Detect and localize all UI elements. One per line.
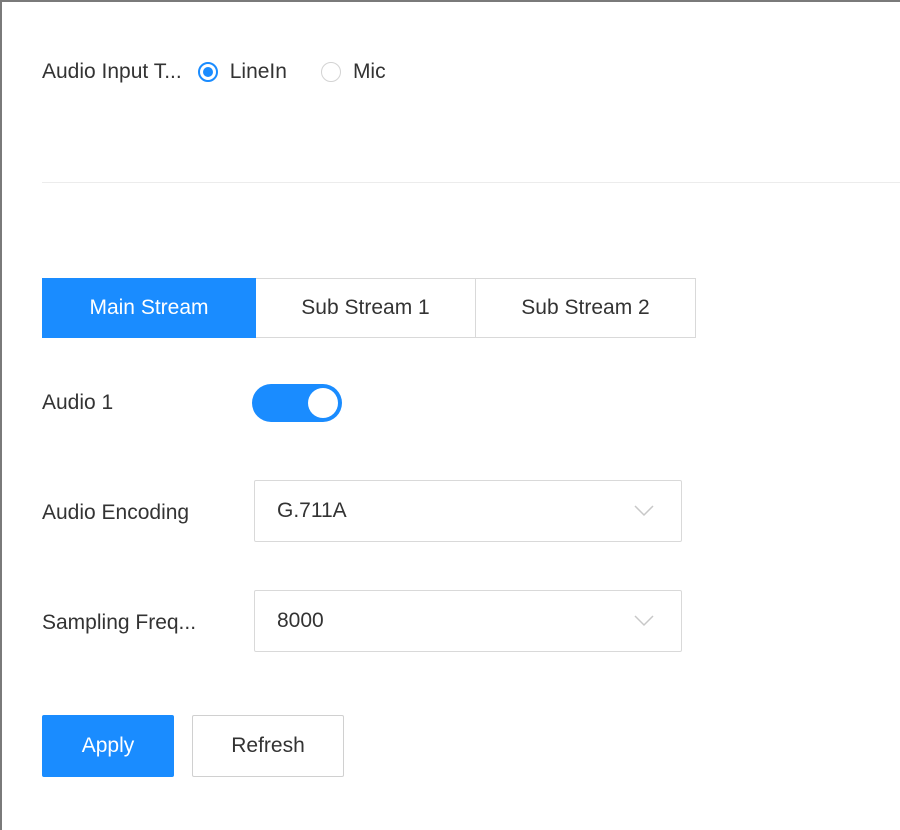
radio-linein-label: LineIn	[229, 60, 287, 83]
radio-option-linein[interactable]: LineIn	[197, 60, 287, 84]
audio-encoding-value: G.711A	[277, 499, 347, 522]
radio-option-mic[interactable]: Mic	[320, 60, 386, 84]
audio-input-type-radio-group: LineIn Mic	[197, 60, 420, 84]
radio-mic-unchecked-icon[interactable]	[320, 62, 341, 82]
audio1-toggle[interactable]	[252, 384, 342, 422]
toggle-knob	[308, 388, 338, 418]
audio-encoding-label: Audio Encoding	[42, 501, 190, 524]
sampling-frequency-row: Sampling Freq...	[42, 605, 196, 641]
stream-tabs: Main Stream Sub Stream 1 Sub Stream 2	[42, 278, 696, 338]
sampling-frequency-select[interactable]: 8000	[254, 590, 682, 652]
audio-encoding-select[interactable]: G.711A	[254, 480, 682, 542]
refresh-button[interactable]: Refresh	[192, 715, 344, 777]
tab-sub-stream-1[interactable]: Sub Stream 1	[256, 278, 476, 338]
audio-encoding-row: Audio Encoding	[42, 495, 189, 531]
sampling-frequency-label: Sampling Freq...	[42, 611, 197, 634]
audio-settings-panel: Audio Input T... LineIn Mic Main Stream …	[0, 0, 900, 830]
radio-linein-checked-icon[interactable]	[197, 62, 218, 82]
audio1-row: Audio 1	[42, 384, 342, 422]
audio-input-type-row: Audio Input T... LineIn Mic	[42, 54, 420, 90]
sampling-frequency-value: 8000	[277, 609, 324, 632]
apply-button[interactable]: Apply	[42, 715, 174, 777]
chevron-down-icon	[634, 505, 654, 517]
radio-mic-label: Mic	[352, 60, 386, 83]
tab-sub-stream-2[interactable]: Sub Stream 2	[476, 278, 696, 338]
tab-main-stream[interactable]: Main Stream	[42, 278, 256, 338]
section-divider	[42, 182, 900, 183]
audio1-label: Audio 1	[42, 391, 114, 414]
audio-input-type-label: Audio Input T...	[42, 60, 182, 83]
chevron-down-icon	[634, 615, 654, 627]
